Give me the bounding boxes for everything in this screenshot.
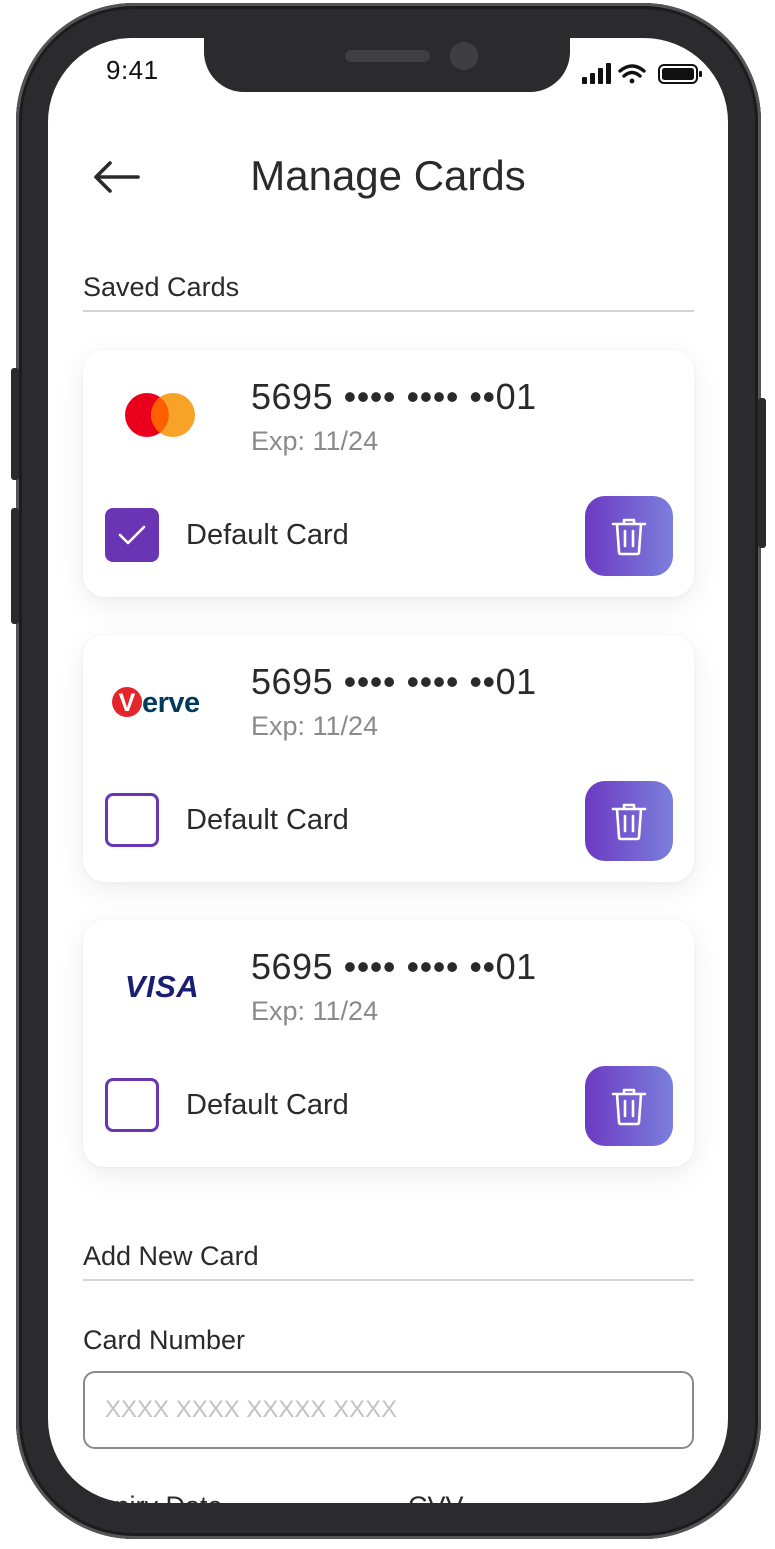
status-time: 9:41 [106,55,159,85]
card-expiry: Exp: 11/24 [251,711,379,741]
saved-cards-heading: Saved Cards [83,272,240,302]
checkmark-icon [118,525,146,545]
verve-logo: V erve [107,665,217,735]
card-expiry: Exp: 11/24 [251,426,379,456]
svg-text:V: V [119,689,136,717]
mute-switch [11,368,19,480]
saved-card: VISA 5695 •••• •••• ••01 Exp: 11/24 Defa… [83,920,694,1167]
default-card-checkbox[interactable] [105,793,159,847]
card-number-input[interactable] [83,1371,694,1449]
default-card-label: Default Card [186,1089,349,1121]
wifi-icon [618,64,646,84]
default-card-label: Default Card [186,519,349,551]
add-new-card-heading: Add New Card [83,1241,259,1271]
card-number: 5695 •••• •••• ••01 [251,946,537,987]
card-number: 5695 •••• •••• ••01 [251,661,537,702]
saved-card: 5695 •••• •••• ••01 Exp: 11/24 Default C… [83,350,694,597]
card-expiry: Exp: 11/24 [251,996,379,1026]
volume-button [11,508,19,624]
signal-icon [582,63,611,84]
default-card-label: Default Card [186,804,349,836]
default-card-checkbox[interactable] [105,1078,159,1132]
card-number-label: Card Number [83,1325,246,1355]
delete-card-button[interactable] [585,781,673,861]
cvv-label: CVV [408,1490,464,1503]
trash-icon [611,518,647,556]
status-icons [580,62,704,86]
delete-card-button[interactable] [585,1066,673,1146]
delete-card-button[interactable] [585,496,673,576]
trash-icon [611,1088,647,1126]
default-card-checkbox[interactable] [105,508,159,562]
divider [83,310,694,312]
notch [204,38,570,92]
card-number: 5695 •••• •••• ••01 [251,376,537,417]
expiry-date-label: Expiry Date [83,1490,223,1503]
power-button [758,398,766,548]
battery-icon [658,64,702,84]
visa-logo: VISA [107,950,217,1020]
app-screen: 9:41 Manage Cards Saved Cards 5695 •••• … [48,38,728,1503]
speaker-grille [345,50,430,62]
saved-card: V erve 5695 •••• •••• ••01 Exp: 11/24 De… [83,635,694,882]
trash-icon [611,803,647,841]
svg-text:erve: erve [142,687,200,719]
mastercard-logo [107,380,217,450]
front-camera [450,42,478,70]
page-title: Manage Cards [250,152,526,199]
svg-text:VISA: VISA [125,969,199,1004]
divider [83,1279,694,1281]
